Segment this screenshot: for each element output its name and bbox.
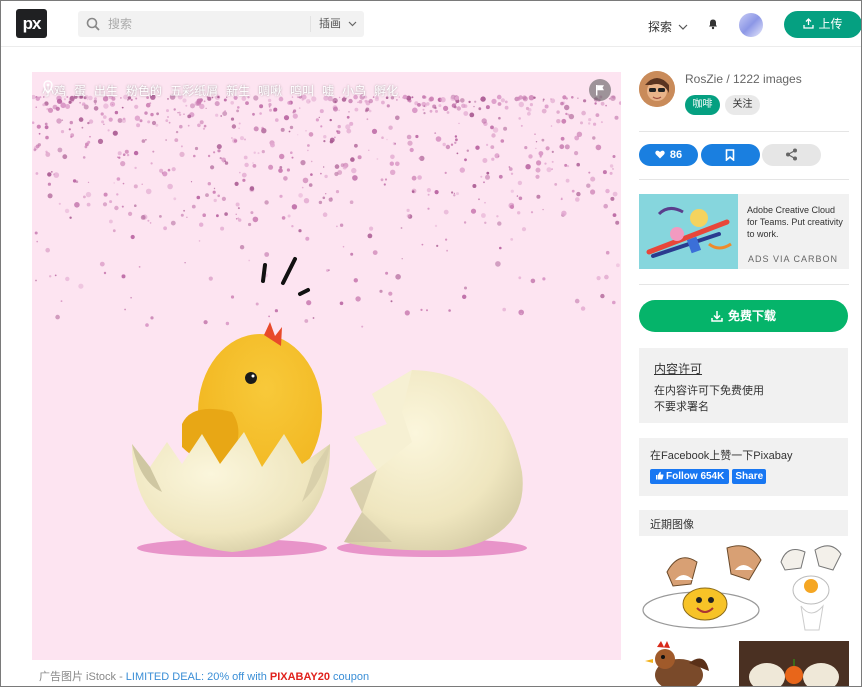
ad-image[interactable] (639, 194, 738, 269)
tag-link[interactable]: 小鸟 (342, 82, 366, 99)
bookmark-icon (725, 149, 735, 161)
facebook-text: 在Facebook上赞一下Pixabay (650, 450, 793, 462)
flag-icon (596, 85, 604, 96)
like-count: 86 (669, 149, 683, 161)
explore-label: 探索 (648, 20, 673, 34)
divider (639, 179, 849, 180)
coupon-code[interactable]: PIXABAY20 (270, 671, 330, 683)
tag-link[interactable]: 粉色的 (126, 82, 162, 99)
download-label: 免费下载 (727, 309, 776, 323)
map-pin-icon (43, 80, 53, 94)
ad-via-label[interactable]: ADS VIA CARBON (748, 254, 838, 264)
chevron-down-icon (678, 24, 688, 30)
recent-images-heading: 近期图像 (639, 510, 848, 536)
istock-ad-line[interactable]: 广告图片 iStock - LIMITED DEAL: 20% off with… (39, 668, 369, 684)
divider (639, 284, 849, 285)
tag-link[interactable]: 啁啾 (258, 82, 282, 99)
thumbs-up-icon (656, 471, 664, 480)
save-button[interactable] (701, 144, 760, 166)
divider (639, 131, 849, 132)
confetti-decoration (32, 94, 621, 328)
license-link[interactable]: 内容许可 (654, 360, 848, 377)
tag-bar: 小鸡 蛋 出生 粉色的 五彩纸屑 新生 啁啾 鸣叫 嘘 小鸟 孵化 (42, 80, 406, 100)
facebook-follow-button[interactable]: Follow 654K (650, 469, 730, 484)
ad-text[interactable]: Adobe Creative Cloud for Teams. Put crea… (747, 204, 847, 240)
pixabay-logo[interactable]: px (16, 9, 47, 38)
tag-link[interactable]: 五彩纸屑 (170, 82, 218, 99)
app-window: px 插画 探索 上传 (0, 0, 862, 687)
download-icon (711, 311, 723, 322)
recent-thumbnail[interactable] (639, 641, 735, 686)
tag-link[interactable]: 出生 (94, 82, 118, 99)
share-button[interactable] (762, 144, 821, 166)
recent-thumbnail[interactable] (771, 540, 849, 634)
main-illustration[interactable]: 小鸡 蛋 出生 粉色的 五彩纸屑 新生 啁啾 鸣叫 嘘 小鸟 孵化 (32, 72, 621, 660)
coffee-button[interactable]: 咖啡 (685, 95, 720, 115)
facebook-share-button[interactable]: Share (732, 469, 767, 484)
upload-label: 上传 (818, 17, 843, 31)
tag-link[interactable]: 孵化 (374, 82, 398, 99)
carbon-ad[interactable]: Adobe Creative Cloud for Teams. Put crea… (639, 194, 849, 269)
upload-button[interactable]: 上传 (784, 11, 861, 38)
top-header: px 插画 探索 上传 (1, 1, 861, 47)
follow-button[interactable]: 关注 (725, 95, 760, 115)
report-button[interactable] (589, 79, 611, 101)
author-panel: RosZie / 1222 images 咖啡 关注 (639, 71, 849, 119)
search-type-dropdown[interactable]: 插画 (310, 16, 360, 32)
tag-link[interactable]: 鸣叫 (290, 82, 314, 99)
facebook-follow-label: Follow 654K (666, 471, 725, 482)
search-type-label: 插画 (319, 18, 341, 30)
share-icon (786, 148, 797, 161)
explore-menu[interactable]: 探索 (648, 18, 688, 35)
search-input[interactable] (108, 15, 288, 33)
search-bar: 插画 (78, 11, 364, 37)
tag-link[interactable]: 新生 (226, 82, 250, 99)
license-text: 在内容许可下免费使用 (654, 385, 764, 397)
tag-link[interactable]: 蛋 (74, 82, 86, 99)
chevron-down-icon (348, 21, 357, 27)
like-button[interactable]: 86 (639, 144, 698, 166)
tag-link[interactable]: 嘘 (322, 82, 334, 99)
heart-icon (655, 150, 665, 159)
license-panel: 内容许可 在内容许可下免费使用 不要求署名 (639, 348, 848, 423)
attribution-text: 不要求署名 (654, 401, 709, 413)
free-download-button[interactable]: 免费下载 (639, 300, 848, 332)
ad-suffix[interactable]: coupon (330, 671, 369, 683)
chick-hatching-illustration (32, 94, 621, 557)
bell-icon[interactable] (707, 18, 719, 30)
upload-icon (803, 18, 815, 29)
author-avatar[interactable] (639, 71, 675, 107)
search-icon[interactable] (86, 17, 100, 31)
author-name-link[interactable]: RosZie / 1222 images (685, 72, 802, 86)
ad-prefix: 广告图片 iStock - (39, 671, 126, 683)
facebook-panel: 在Facebook上赞一下Pixabay Follow 654K Share (639, 438, 848, 496)
user-avatar[interactable] (739, 13, 763, 37)
ad-deal-text[interactable]: LIMITED DEAL: 20% off with (126, 671, 270, 683)
recent-thumbnail[interactable] (639, 540, 769, 634)
recent-thumbnail[interactable] (739, 641, 849, 686)
